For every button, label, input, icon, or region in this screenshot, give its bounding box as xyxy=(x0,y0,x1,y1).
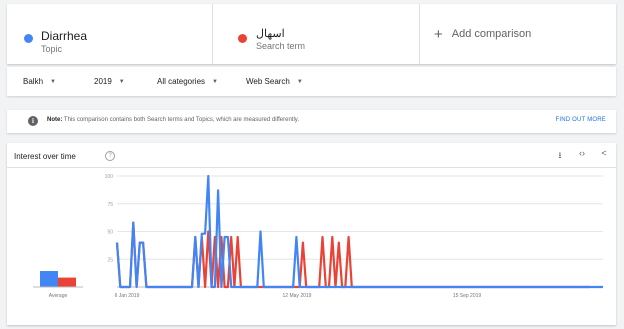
comparison-term-1[interactable]: Diarrhea Topic xyxy=(7,4,213,64)
average-bar xyxy=(40,271,58,287)
x-axis-labels: 6 Jan 2019 12 May 2019 15 Sep 2019 xyxy=(115,293,482,299)
share-icon[interactable]: < xyxy=(598,148,610,164)
divider xyxy=(7,167,616,168)
x-tick-label: 6 Jan 2019 xyxy=(115,293,140,299)
filter-category-label: All categories xyxy=(157,77,206,86)
chevron-down-icon: ▼ xyxy=(118,78,125,85)
plus-icon: + xyxy=(434,25,443,43)
y-tick-label: 25 xyxy=(107,257,113,263)
note-body: This comparison contains both Search ter… xyxy=(63,117,300,123)
find-out-more-link[interactable]: FIND OUT MORE xyxy=(556,117,607,123)
comparison-term-2[interactable]: اسهال Search term xyxy=(213,4,420,64)
chevron-down-icon: ▼ xyxy=(212,78,218,85)
x-tick-label: 15 Sep 2019 xyxy=(453,293,482,299)
filter-time-range[interactable]: 2019 ▼ xyxy=(94,67,125,96)
add-comparison-button[interactable]: + Add comparison xyxy=(420,4,616,64)
note-text: Note: This comparison contains both Sear… xyxy=(47,117,299,123)
filter-search-type-label: Web Search xyxy=(246,77,290,86)
filter-time-label: 2019 xyxy=(94,77,112,86)
term-1-color-dot xyxy=(24,34,33,43)
add-comparison-label: Add comparison xyxy=(451,28,532,40)
term-2-name: اسهال xyxy=(256,28,285,40)
y-tick-label: 100 xyxy=(105,174,114,180)
average-bars: Average xyxy=(33,271,83,299)
average-label: Average xyxy=(49,293,68,299)
note-prefix: Note: xyxy=(47,117,63,123)
filter-category[interactable]: All categories ▼ xyxy=(157,67,218,96)
embed-icon[interactable]: ‹› xyxy=(576,148,588,164)
term-2-color-dot xyxy=(238,34,247,43)
interest-chart: 100 75 50 25 Average 6 Jan 2019 12 May 2019 1… xyxy=(33,174,603,299)
average-bar xyxy=(58,277,76,287)
card-title: Interest over time xyxy=(14,152,76,161)
term-1-name: Diarrhea xyxy=(41,29,88,43)
x-tick-label: 12 May 2019 xyxy=(283,293,312,299)
filter-region-label: Balkh xyxy=(23,77,44,86)
filter-region[interactable]: Balkh ▼ xyxy=(23,67,56,96)
y-tick-label: 75 xyxy=(107,202,113,208)
series-line-2 xyxy=(115,221,590,289)
download-icon[interactable]: ⭳ xyxy=(554,148,566,164)
card-toolbar: ⭳ ‹› < xyxy=(554,148,610,164)
filter-search-type[interactable]: Web Search ▼ xyxy=(246,67,303,96)
chart-grid: 100 75 50 25 xyxy=(105,174,603,288)
filter-bar: Balkh ▼ 2019 ▼ All categories ▼ Web Sear… xyxy=(7,67,616,96)
chevron-down-icon: ▼ xyxy=(50,78,56,85)
comparison-bar: Diarrhea Topic اسهال Search term + Add c… xyxy=(7,4,616,64)
term-2-type: Search term xyxy=(256,41,306,51)
chevron-down-icon: ▼ xyxy=(296,78,303,85)
info-icon: i xyxy=(28,116,38,126)
term-1-type: Topic xyxy=(41,44,63,54)
interest-over-time-card: Interest over time ? ⭳ ‹› < 100 75 50 25 Av… xyxy=(7,143,616,325)
y-tick-label: 50 xyxy=(107,230,113,236)
note-banner: i Note: This comparison contains both Se… xyxy=(7,110,616,133)
help-icon[interactable]: ? xyxy=(105,151,115,161)
